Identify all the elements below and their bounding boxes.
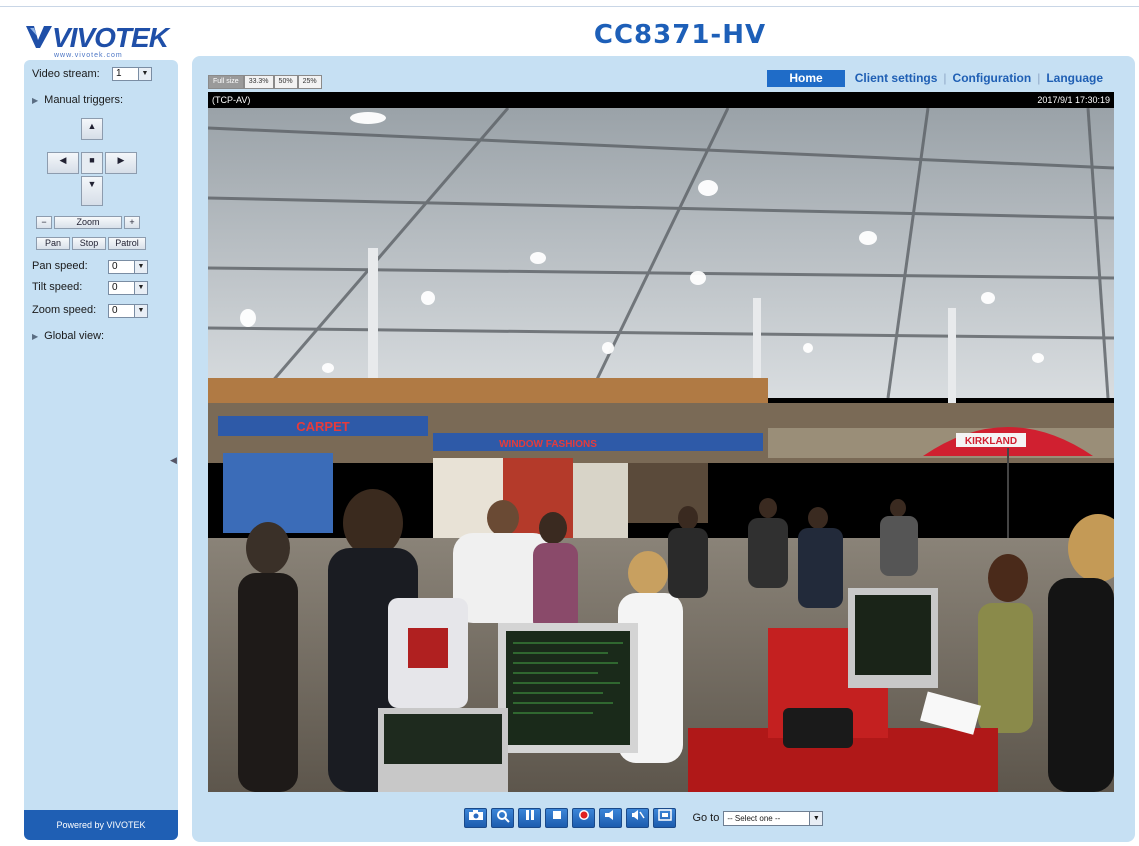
- pause-glyph: [525, 810, 534, 820]
- goto-select[interactable]: -- Select one -- ▼: [723, 810, 824, 826]
- snapshot-glyph: [468, 810, 483, 820]
- video-timestamp: 2017/9/1 17:30:19: [1037, 95, 1110, 105]
- main-panel: Full size 33.3% 50% 25% Home Client settings…: [192, 56, 1135, 842]
- goto-value: -- Select one --: [727, 813, 781, 823]
- record-glyph: [578, 810, 589, 820]
- zoom-speed-label: Zoom speed:: [32, 304, 97, 316]
- stop-icon[interactable]: [545, 808, 568, 828]
- chevron-down-icon: ▼: [134, 261, 147, 273]
- powered-by-banner: Powered by VIVOTEK: [24, 810, 178, 840]
- live-video-view[interactable]: (TCP-AV) 2017/9/1 17:30:19 CARPET WINDOW…: [208, 92, 1114, 792]
- video-stream-select[interactable]: 1 ▼: [112, 67, 152, 81]
- zoom-speed-select[interactable]: 0 ▼: [108, 304, 148, 318]
- home-position-button[interactable]: ■: [81, 152, 103, 174]
- chevron-down-icon: ▼: [134, 282, 147, 294]
- volume-icon[interactable]: [599, 808, 622, 828]
- chevron-down-icon: ▼: [138, 68, 151, 80]
- stop-label: Stop: [79, 238, 99, 248]
- zoom-icon[interactable]: [491, 808, 514, 828]
- video-stream-row: Video stream:: [32, 68, 100, 80]
- pan-speed-label: Pan speed:: [32, 260, 88, 272]
- tilt-speed-select[interactable]: 0 ▼: [108, 281, 148, 295]
- pan-speed-value: 0: [112, 261, 118, 272]
- digital-zoom-glyph: [496, 810, 510, 823]
- store-scene-image: CARPET WINDOW FASHIONS KIRKLAND: [208, 108, 1114, 792]
- patrol-button[interactable]: Patrol: [108, 237, 146, 250]
- chevron-down-icon: ▼: [134, 305, 147, 317]
- left-control-panel: Video stream: 1 ▼ ▶ Manual triggers: ▲ ◀ …: [24, 60, 178, 840]
- vivotek-logo: VIVOTEK www.vivotek.com: [24, 22, 169, 62]
- video-stream-value: 1: [116, 68, 122, 79]
- nav-language[interactable]: Language: [1040, 70, 1109, 87]
- video-stream-label: Video stream:: [32, 68, 100, 80]
- nav-configuration[interactable]: Configuration: [947, 70, 1038, 87]
- mute-icon[interactable]: [626, 808, 649, 828]
- zoom-speed-value: 0: [112, 305, 118, 316]
- zoom-out-button[interactable]: −: [36, 216, 52, 229]
- pause-icon[interactable]: [518, 808, 541, 828]
- global-view-row[interactable]: ▶ Global view:: [32, 330, 104, 342]
- size-tab-25[interactable]: 25%: [297, 75, 322, 89]
- pan-left-button[interactable]: ◀: [47, 152, 79, 174]
- model-title: CC8371-HV: [593, 20, 767, 50]
- mute-glyph: [631, 810, 645, 820]
- zoom-plus-label: +: [129, 217, 135, 227]
- collapse-panel-icon[interactable]: ◀: [170, 455, 177, 466]
- stop-glyph: [552, 811, 561, 819]
- camera-icon[interactable]: [464, 808, 487, 828]
- pan-button[interactable]: Pan: [36, 237, 70, 250]
- view-size-tabs: Full size 33.3% 50% 25%: [208, 70, 322, 89]
- zoom-minus-label: −: [41, 217, 47, 227]
- size-tab-full[interactable]: Full size: [208, 75, 244, 89]
- tilt-up-button[interactable]: ▲: [81, 118, 103, 140]
- expand-arrow-icon: ▶: [32, 96, 39, 105]
- patrol-label: Patrol: [115, 238, 139, 248]
- expand-arrow-icon: ▶: [32, 332, 39, 341]
- logo-subtext: www.vivotek.com: [54, 52, 123, 59]
- record-icon[interactable]: [572, 808, 595, 828]
- stop-button[interactable]: Stop: [72, 237, 106, 250]
- nav-client-settings[interactable]: Client settings: [849, 70, 944, 87]
- global-view-label: Global view:: [44, 330, 105, 342]
- fullscreen-glyph: [657, 809, 672, 821]
- goto-label: Go to: [692, 812, 720, 824]
- size-tab-50[interactable]: 50%: [273, 75, 298, 89]
- tilt-speed-value: 0: [112, 282, 118, 293]
- svg-text:WINDOW FASHIONS: WINDOW FASHIONS: [499, 439, 597, 450]
- nav-home[interactable]: Home: [767, 70, 845, 87]
- pan-label: Pan: [44, 238, 61, 248]
- svg-text:CARPET: CARPET: [296, 419, 350, 434]
- pan-right-button[interactable]: ▶: [105, 152, 137, 174]
- manual-triggers-row[interactable]: ▶ Manual triggers:: [32, 94, 123, 106]
- header-divider: [0, 6, 1139, 7]
- tilt-speed-label: Tilt speed:: [32, 281, 83, 293]
- tilt-down-button[interactable]: ▼: [81, 176, 103, 206]
- playback-controls: Go to -- Select one -- ▼: [464, 808, 824, 832]
- top-nav: Home Client settings | Configuration | Langua…: [767, 70, 1109, 88]
- pan-speed-select[interactable]: 0 ▼: [108, 260, 148, 274]
- fullscreen-icon[interactable]: [653, 808, 676, 828]
- logo-text: VIVOTEK: [52, 22, 169, 53]
- zoom-label-box: Zoom: [54, 216, 122, 229]
- svg-text:KIRKLAND: KIRKLAND: [965, 436, 1017, 447]
- logo-mark-icon: [26, 26, 52, 48]
- volume-glyph: [604, 810, 613, 820]
- size-tab-33[interactable]: 33.3%: [243, 75, 274, 89]
- manual-triggers-label: Manual triggers:: [44, 94, 124, 106]
- chevron-down-icon: ▼: [809, 811, 823, 825]
- video-protocol: (TCP-AV): [212, 95, 251, 105]
- video-status-bar: (TCP-AV) 2017/9/1 17:30:19: [208, 92, 1114, 108]
- zoom-in-button[interactable]: +: [124, 216, 140, 229]
- zoom-label: Zoom: [76, 217, 100, 227]
